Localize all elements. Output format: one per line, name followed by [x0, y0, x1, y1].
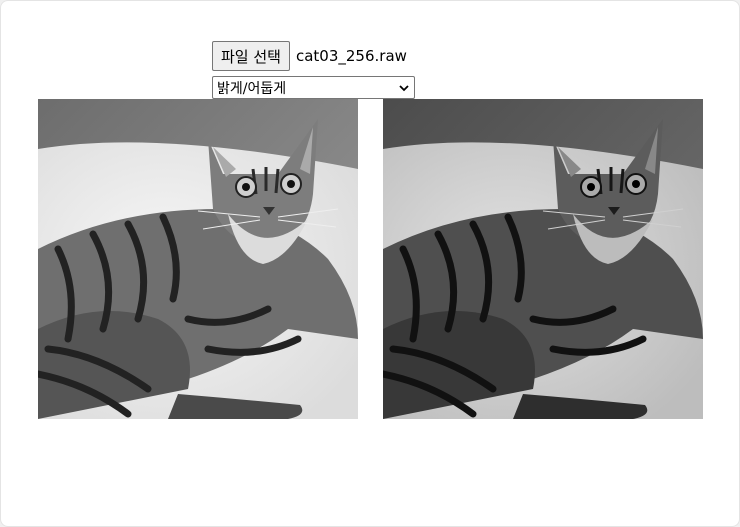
processed-image-canvas — [383, 99, 703, 419]
page: 파일 선택 cat03_256.raw 밝게/어둡게 — [0, 0, 740, 527]
chevron-down-icon — [399, 84, 409, 91]
mode-select-value: 밝게/어둡게 — [217, 80, 287, 97]
cat-image-processed — [383, 99, 703, 419]
selected-file-name: cat03_256.raw — [295, 47, 407, 65]
choose-file-button[interactable]: 파일 선택 — [212, 41, 290, 71]
mode-select[interactable]: 밝게/어둡게 — [212, 76, 415, 99]
original-image-canvas — [38, 99, 358, 419]
file-input[interactable]: 파일 선택 cat03_256.raw — [212, 41, 407, 71]
cat-image-original — [38, 99, 358, 419]
